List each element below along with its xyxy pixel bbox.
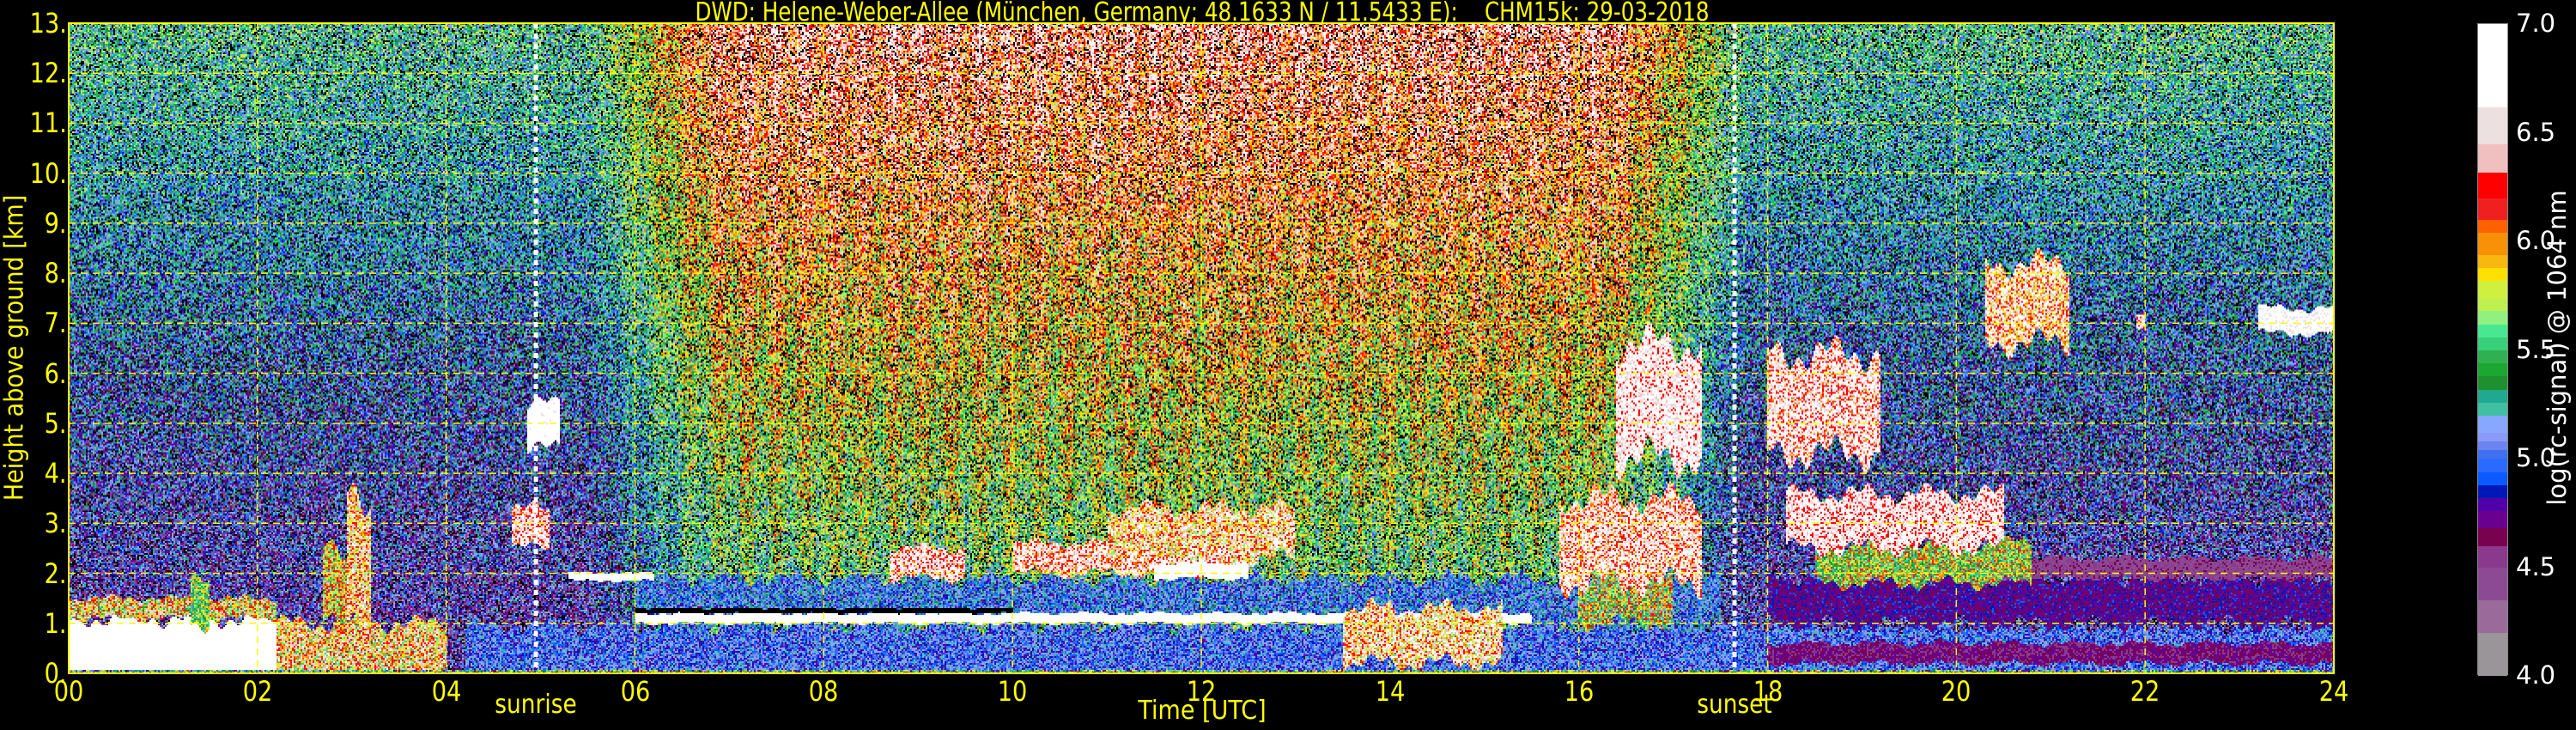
y-tick-label: 7. bbox=[45, 307, 67, 339]
colorbar-segment bbox=[2478, 528, 2507, 546]
colorbar-segment bbox=[2478, 350, 2507, 364]
colorbar-segment bbox=[2478, 24, 2507, 107]
colorbar-segment bbox=[2478, 298, 2507, 312]
x-tick-label: 04 bbox=[431, 675, 461, 708]
colorbar-segment bbox=[2478, 441, 2507, 451]
colorbar-segment bbox=[2478, 498, 2507, 512]
y-tick-label: 10. bbox=[30, 157, 67, 190]
y-tick-label: 13. bbox=[30, 7, 67, 40]
colorbar-segment bbox=[2478, 459, 2507, 472]
event-label-sunset: sunset bbox=[1697, 690, 1772, 720]
x-tick-label: 20 bbox=[1941, 675, 1971, 708]
event-label-sunrise: sunrise bbox=[495, 690, 576, 720]
y-tick-label: 6. bbox=[45, 357, 67, 390]
x-tick-label: 08 bbox=[809, 675, 839, 708]
colorbar-segment bbox=[2478, 324, 2507, 338]
x-tick-label: 10 bbox=[998, 675, 1028, 708]
colorbar-segment bbox=[2478, 632, 2507, 676]
y-tick-label: 9. bbox=[45, 207, 67, 240]
colorbar-segment bbox=[2478, 568, 2507, 600]
colorbar-segment bbox=[2478, 389, 2507, 403]
backscatter-heatmap bbox=[69, 23, 2334, 673]
colorbar-tick-label: 4.0 bbox=[2516, 660, 2555, 690]
colorbar-segment bbox=[2478, 143, 2507, 172]
y-tick-label: 4. bbox=[45, 457, 67, 490]
y-tick-label: 8. bbox=[45, 257, 67, 289]
colorbar-segment bbox=[2478, 267, 2507, 281]
colorbar-segment bbox=[2478, 415, 2507, 433]
colorbar-segment bbox=[2478, 106, 2507, 144]
colorbar-tick-label: 6.5 bbox=[2516, 118, 2555, 147]
colorbar-segment bbox=[2478, 281, 2507, 299]
colorbar-segment bbox=[2478, 484, 2507, 498]
colorbar-segment bbox=[2478, 172, 2507, 198]
colorbar-segment bbox=[2478, 402, 2507, 416]
colorbar-segment bbox=[2478, 337, 2507, 350]
colorbar-tick-label: 4.5 bbox=[2516, 552, 2555, 581]
x-tick-label: 06 bbox=[620, 675, 650, 708]
y-axis-label: Height above ground [km] bbox=[0, 195, 30, 501]
colorbar bbox=[2477, 23, 2508, 675]
x-tick-label: 02 bbox=[243, 675, 273, 708]
colorbar-segment bbox=[2478, 233, 2507, 255]
y-tick-label: 1. bbox=[45, 607, 67, 640]
y-tick-label: 3. bbox=[45, 507, 67, 539]
colorbar-segment bbox=[2478, 254, 2507, 268]
x-axis-label: Time [UTC] bbox=[1138, 696, 1266, 726]
colorbar-segment bbox=[2478, 545, 2507, 568]
colorbar-segment bbox=[2478, 198, 2507, 220]
colorbar-segment bbox=[2478, 220, 2507, 234]
x-tick-label: 22 bbox=[2130, 675, 2160, 708]
colorbar-tick-label: 7.0 bbox=[2516, 9, 2555, 38]
x-tick-label: 00 bbox=[54, 675, 84, 708]
colorbar-segment bbox=[2478, 471, 2507, 485]
colorbar-segment bbox=[2478, 511, 2507, 529]
colorbar-segment bbox=[2478, 599, 2507, 632]
colorbar-segment bbox=[2478, 376, 2507, 390]
colorbar-segment bbox=[2478, 363, 2507, 377]
colorbar-segment bbox=[2478, 311, 2507, 325]
colorbar-segment bbox=[2478, 433, 2507, 442]
x-tick-label: 24 bbox=[2319, 675, 2349, 708]
y-tick-label: 2. bbox=[45, 557, 67, 590]
y-tick-label: 12. bbox=[30, 57, 67, 89]
colorbar-segment bbox=[2478, 450, 2507, 459]
x-tick-label: 16 bbox=[1564, 675, 1594, 708]
y-tick-label: 5. bbox=[45, 407, 67, 440]
x-tick-label: 14 bbox=[1376, 675, 1406, 708]
colorbar-label: log(rc-signal) @ 1064 nm bbox=[2543, 190, 2572, 505]
y-tick-label: 11. bbox=[30, 106, 67, 139]
